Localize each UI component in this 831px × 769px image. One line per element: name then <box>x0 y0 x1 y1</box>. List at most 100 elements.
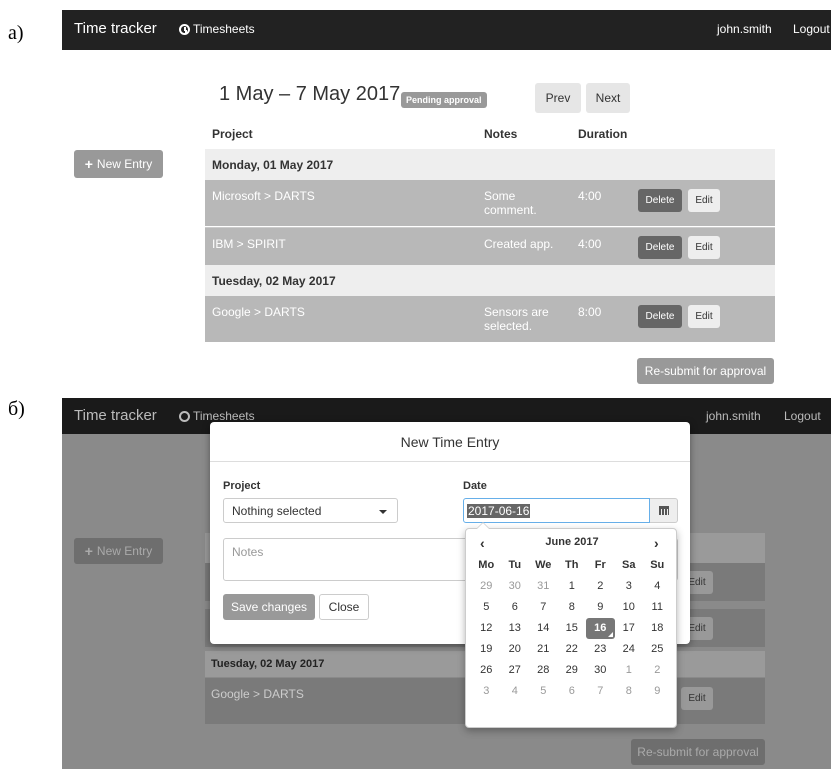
edit-button[interactable]: Edit <box>688 305 720 328</box>
nav-timesheets[interactable]: Timesheets <box>179 22 255 36</box>
entry-duration: 4:00 <box>578 189 602 203</box>
brand[interactable]: Time tracker <box>74 20 157 37</box>
day-cell[interactable]: 9 <box>643 681 672 702</box>
table-row: Microsoft > DARTS Some comment. 4:00 Del… <box>205 180 775 226</box>
day-cell[interactable]: 27 <box>501 660 530 681</box>
nav-logout[interactable]: Logout <box>784 409 821 423</box>
resubmit-button[interactable]: Re-submit for approval <box>637 358 774 384</box>
entry-notes: Sensors are selected. <box>484 305 549 333</box>
day-cell[interactable]: 3 <box>472 681 501 702</box>
day-cell[interactable]: 31 <box>529 576 558 597</box>
day-cell[interactable]: 8 <box>558 597 587 618</box>
day-cell[interactable]: 13 <box>501 618 530 639</box>
new-entry-label: New Entry <box>96 544 153 558</box>
day-row: Tuesday, 02 May 2017 <box>205 265 775 296</box>
header-project: Project <box>212 127 253 141</box>
day-cell[interactable]: 21 <box>529 639 558 660</box>
new-entry-label: New Entry <box>96 157 153 171</box>
day-cell[interactable]: 28 <box>529 660 558 681</box>
date-input-value: 2017-06-16 <box>467 504 531 518</box>
datepicker-grid: Mo Tu We Th Fr Sa Su 29 30 31 1 2 3 4 5 6 7 8 9 10 11 12 13 14 1… <box>472 555 672 702</box>
day-cell[interactable]: 6 <box>501 597 530 618</box>
day-cell[interactable]: 9 <box>586 597 615 618</box>
nav-logout[interactable]: Logout <box>793 22 830 36</box>
weekday-label: We <box>535 559 552 571</box>
entry-notes: Some comment. <box>484 189 537 217</box>
datepicker: ‹ June 2017 › Mo Tu We Th Fr Sa Su 29 30 31 1 2 3 4 5 6… <box>465 522 678 728</box>
save-button[interactable]: Save changes <box>223 594 315 620</box>
delete-button[interactable]: Delete <box>638 189 682 212</box>
day-cell[interactable]: 16 <box>586 618 615 639</box>
day-cell[interactable]: 25 <box>643 639 672 660</box>
day-cell[interactable]: 22 <box>558 639 587 660</box>
plus-icon: + <box>84 543 93 559</box>
weekday-label: Fr <box>594 559 606 571</box>
delete-button[interactable]: Delete <box>638 236 682 259</box>
date-label: Date <box>463 480 487 492</box>
day-cell[interactable]: 8 <box>615 681 644 702</box>
day-cell[interactable]: 10 <box>615 597 644 618</box>
day-cell[interactable]: 5 <box>529 681 558 702</box>
weekday-label: Tu <box>508 559 522 571</box>
day-cell[interactable]: 11 <box>643 597 672 618</box>
day-cell[interactable]: 4 <box>501 681 530 702</box>
calendar-button[interactable] <box>650 498 678 523</box>
day-cell[interactable]: 23 <box>586 639 615 660</box>
table-row: Google > DARTS Sensors are selected. 8:0… <box>205 296 775 342</box>
entry-notes: Created app. <box>484 237 554 251</box>
datepicker-month[interactable]: June 2017 <box>466 536 678 548</box>
clock-icon <box>179 410 190 422</box>
day-cell[interactable]: 3 <box>615 576 644 597</box>
entry-project: IBM > SPIRIT <box>212 237 286 251</box>
day-cell[interactable]: 7 <box>529 597 558 618</box>
day-cell[interactable]: 26 <box>472 660 501 681</box>
edit-button[interactable]: Edit <box>688 236 720 259</box>
prev-button[interactable]: Prev <box>535 83 581 113</box>
day-cell[interactable]: 19 <box>472 639 501 660</box>
new-entry-button[interactable]: + New Entry <box>74 150 163 178</box>
day-cell[interactable]: 5 <box>472 597 501 618</box>
day-cell[interactable]: 18 <box>643 618 672 639</box>
day-cell[interactable]: 1 <box>615 660 644 681</box>
date-input[interactable]: 2017-06-16 <box>463 498 650 523</box>
day-cell[interactable]: 30 <box>586 660 615 681</box>
chevron-right-icon[interactable]: › <box>654 535 659 551</box>
day-cell[interactable]: 14 <box>529 618 558 639</box>
day-cell[interactable]: 2 <box>586 576 615 597</box>
project-select[interactable]: Nothing selected <box>223 498 398 523</box>
nav-user[interactable]: john.smith <box>706 409 761 423</box>
day-cell[interactable]: 4 <box>643 576 672 597</box>
calendar-icon <box>658 506 669 515</box>
edit-button[interactable]: Edit <box>681 687 713 710</box>
day-cell[interactable]: 20 <box>501 639 530 660</box>
day-cell[interactable]: 12 <box>472 618 501 639</box>
day-cell[interactable]: 29 <box>558 660 587 681</box>
new-entry-button[interactable]: + New Entry <box>74 538 163 564</box>
table-row: IBM > SPIRIT Created app. 4:00 Delete Ed… <box>205 227 775 265</box>
project-select-value: Nothing selected <box>232 504 322 518</box>
nav-timesheets-label: Timesheets <box>193 409 255 423</box>
nav-user[interactable]: john.smith <box>717 22 772 36</box>
edit-button[interactable]: Edit <box>688 189 720 212</box>
resubmit-button[interactable]: Re-submit for approval <box>631 739 765 765</box>
nav-timesheets[interactable]: Timesheets <box>179 409 255 423</box>
entry-duration: 4:00 <box>578 237 602 251</box>
day-cell[interactable]: 29 <box>472 576 501 597</box>
day-cell[interactable]: 15 <box>558 618 587 639</box>
delete-button[interactable]: Delete <box>638 305 682 328</box>
panel-label-b: б) <box>8 398 25 420</box>
close-button[interactable]: Close <box>319 594 369 620</box>
day-cell[interactable]: 2 <box>643 660 672 681</box>
day-cell[interactable]: 24 <box>615 639 644 660</box>
day-cell[interactable]: 30 <box>501 576 530 597</box>
day-cell[interactable]: 7 <box>586 681 615 702</box>
brand[interactable]: Time tracker <box>74 407 157 424</box>
day-cell[interactable]: 17 <box>615 618 644 639</box>
clock-icon <box>179 23 190 35</box>
navbar: Time tracker Timesheets john.smith Logou… <box>62 10 831 50</box>
day-cell[interactable]: 1 <box>558 576 587 597</box>
next-button[interactable]: Next <box>586 83 630 113</box>
panel-label-a: а) <box>8 22 24 44</box>
day-cell[interactable]: 6 <box>558 681 587 702</box>
entry-duration: 8:00 <box>578 305 602 319</box>
